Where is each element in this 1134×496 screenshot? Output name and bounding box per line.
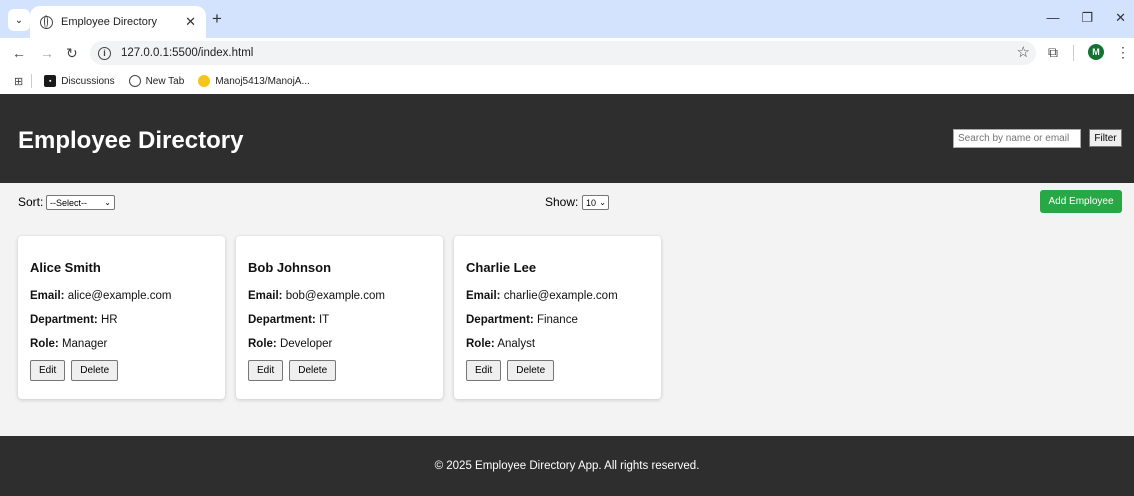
forward-icon[interactable]: → xyxy=(40,45,54,61)
card-actions: Edit Delete xyxy=(466,360,649,381)
url-text: 127.0.0.1:5500/index.html xyxy=(121,47,254,59)
restore-icon[interactable]: ❐ xyxy=(1081,10,1093,26)
globe-icon xyxy=(128,75,141,87)
bookmarks-bar: ⊞ ▪ Discussions New Tab Manoj5413/ManojA… xyxy=(0,68,1134,94)
employee-name: Charlie Lee xyxy=(466,260,537,275)
card-actions: Edit Delete xyxy=(30,360,213,381)
reload-icon[interactable]: ↻ xyxy=(66,45,78,62)
employee-name: Alice Smith xyxy=(30,260,101,275)
omnibox[interactable]: i 127.0.0.1:5500/index.html ☆ xyxy=(90,41,1036,65)
bookmark-new-tab[interactable]: New Tab xyxy=(128,75,185,87)
chevron-down-icon: ⌄ xyxy=(599,198,606,207)
apps-grid-icon[interactable]: ⊞ xyxy=(14,75,23,88)
bookmark-star-icon[interactable]: ☆ xyxy=(1017,43,1030,61)
controls-row: Sort: --Select-- ⌄ Show: 10 ⌄ xyxy=(0,190,1134,214)
globe-icon xyxy=(40,15,53,29)
tab-title: Employee Directory xyxy=(61,16,157,28)
bookmark-label: New Tab xyxy=(145,75,185,87)
edit-button[interactable]: Edit xyxy=(248,360,284,381)
employee-email-row: Email: charlie@example.com xyxy=(466,290,649,302)
toolbar-divider xyxy=(1073,45,1074,61)
browser-tabbar: ⌄ Employee Directory ✕ + — ❐ ✕ xyxy=(0,0,1134,38)
bookmark-discussions[interactable]: ▪ Discussions xyxy=(44,75,115,87)
employee-card: Alice Smith Email: alice@example.com Dep… xyxy=(18,236,225,399)
address-bar-row: ← → ↻ i 127.0.0.1:5500/index.html ☆ xyxy=(0,38,1134,68)
employee-card: Bob Johnson Email: bob@example.com Depar… xyxy=(236,236,443,399)
employee-department: Finance xyxy=(536,314,578,326)
employee-card-list: Alice Smith Email: alice@example.com Dep… xyxy=(18,236,661,399)
employee-department-row: Department: HR xyxy=(30,314,213,326)
window-controls: — ❐ ✕ xyxy=(1046,10,1126,26)
sort-label: Sort: xyxy=(18,195,44,209)
department-label: Department: xyxy=(248,314,316,326)
chevron-down-icon: ⌄ xyxy=(104,198,111,207)
employee-email: alice@example.com xyxy=(67,290,172,302)
employee-email-row: Email: alice@example.com xyxy=(30,290,213,302)
employee-role: Analyst xyxy=(497,338,536,350)
employee-role: Manager xyxy=(61,338,108,350)
menu-kebab-icon[interactable]: ⋮ xyxy=(1116,44,1130,61)
bookmark-github[interactable]: Manoj5413/ManojA... xyxy=(198,75,310,87)
add-employee-button[interactable]: Add Employee xyxy=(1040,190,1122,213)
chevron-down-icon: ⌄ xyxy=(14,14,24,26)
app-header: Employee Directory Filter xyxy=(0,94,1134,183)
employee-department-row: Department: IT xyxy=(248,314,431,326)
employee-name: Bob Johnson xyxy=(248,260,332,275)
employee-role-row: Role: Developer xyxy=(248,338,431,350)
discussions-icon: ▪ xyxy=(44,75,57,87)
page-title: Employee Directory xyxy=(18,127,244,154)
delete-button[interactable]: Delete xyxy=(71,360,119,381)
show-label: Show: xyxy=(545,195,579,209)
email-label: Email: xyxy=(30,290,65,302)
employee-card: Charlie Lee Email: charlie@example.com D… xyxy=(454,236,661,399)
employee-email: charlie@example.com xyxy=(503,290,618,302)
back-icon[interactable]: ← xyxy=(12,45,26,61)
delete-button[interactable]: Delete xyxy=(289,360,337,381)
filter-button[interactable]: Filter xyxy=(1089,129,1122,147)
role-label: Role: xyxy=(30,338,59,350)
search-input[interactable] xyxy=(953,129,1081,148)
email-label: Email: xyxy=(466,290,501,302)
github-avatar-icon xyxy=(198,75,211,87)
delete-button[interactable]: Delete xyxy=(507,360,555,381)
bookmark-label: Discussions xyxy=(61,75,115,87)
employee-department-row: Department: Finance xyxy=(466,314,649,326)
sort-select-value: --Select-- xyxy=(50,197,88,208)
show-select-value: 10 xyxy=(586,197,597,208)
edit-button[interactable]: Edit xyxy=(30,360,66,381)
window-close-icon[interactable]: ✕ xyxy=(1115,10,1126,26)
sort-select[interactable]: --Select-- ⌄ xyxy=(46,195,115,210)
employee-role-row: Role: Analyst xyxy=(466,338,649,350)
employee-email-row: Email: bob@example.com xyxy=(248,290,431,302)
bookmark-label: Manoj5413/ManojA... xyxy=(215,75,310,87)
close-icon[interactable]: ✕ xyxy=(185,14,196,30)
page-footer: © 2025 Employee Directory App. All right… xyxy=(0,436,1134,496)
extensions-icon[interactable]: ⧉ xyxy=(1048,44,1058,61)
card-actions: Edit Delete xyxy=(248,360,431,381)
department-label: Department: xyxy=(466,314,534,326)
role-label: Role: xyxy=(248,338,277,350)
employee-role-row: Role: Manager xyxy=(30,338,213,350)
employee-department: HR xyxy=(100,314,118,326)
browser-tab[interactable]: Employee Directory ✕ xyxy=(30,6,206,38)
show-select[interactable]: 10 ⌄ xyxy=(582,195,609,210)
footer-text: © 2025 Employee Directory App. All right… xyxy=(434,460,700,472)
new-tab-button[interactable]: + xyxy=(212,10,222,28)
employee-role: Developer xyxy=(279,338,333,350)
page-body: Employee Directory Filter Sort: --Select… xyxy=(0,94,1134,496)
edit-button[interactable]: Edit xyxy=(466,360,502,381)
tab-search-button[interactable]: ⌄ xyxy=(8,9,30,31)
employee-department: IT xyxy=(318,314,330,326)
email-label: Email: xyxy=(248,290,283,302)
profile-avatar[interactable]: M xyxy=(1088,44,1104,60)
role-label: Role: xyxy=(466,338,495,350)
minimize-icon[interactable]: — xyxy=(1046,10,1059,26)
site-info-icon[interactable]: i xyxy=(98,46,111,60)
employee-email: bob@example.com xyxy=(285,290,385,302)
department-label: Department: xyxy=(30,314,98,326)
bookmarks-divider xyxy=(31,74,33,88)
